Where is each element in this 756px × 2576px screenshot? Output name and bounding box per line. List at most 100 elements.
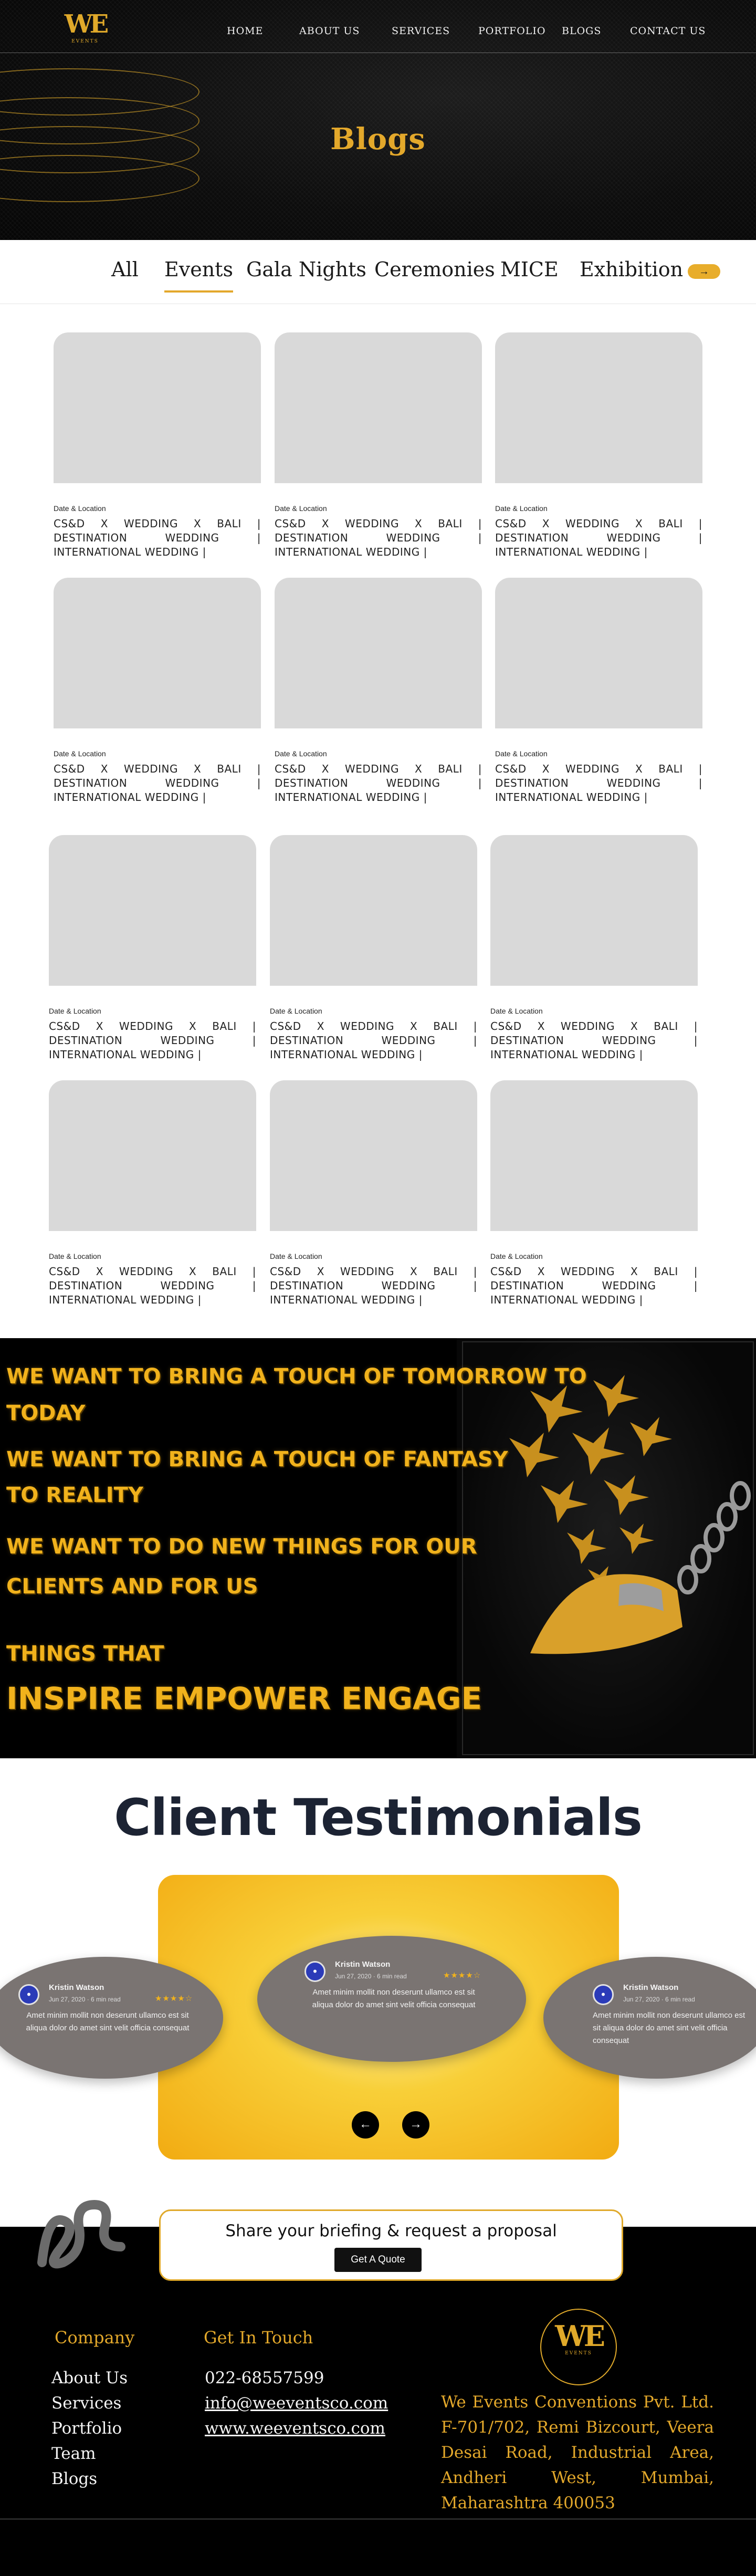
banner-line-6: CLIENTS AND FOR US	[6, 1574, 258, 1599]
blog-card-image	[270, 1080, 477, 1231]
avatar: •	[18, 1984, 39, 2005]
blog-card-meta: Date & Location	[270, 1007, 322, 1015]
blog-card-title[interactable]: CS&D X WEDDING X BALI | DESTINATION WEDD…	[490, 1019, 698, 1062]
footer-link-team[interactable]: Team	[51, 2444, 96, 2463]
footer-link-portfolio[interactable]: Portfolio	[51, 2419, 122, 2438]
blog-card-image	[495, 332, 702, 483]
blog-card-title[interactable]: CS&D X WEDDING X BALI | DESTINATION WEDD…	[490, 1265, 698, 1307]
banner-line-2: TODAY	[6, 1401, 86, 1425]
testimonial-card[interactable]: • Kristin Watson Jun 27, 2020 · 6 min re…	[543, 1957, 756, 2079]
blog-card[interactable]: Date & Location CS&D X WEDDING X BALI | …	[54, 578, 261, 805]
blog-card-title[interactable]: CS&D X WEDDING X BALI | DESTINATION WEDD…	[49, 1019, 256, 1062]
blog-card-meta: Date & Location	[54, 504, 106, 513]
footer-email-link[interactable]: info@weeventsco.com	[205, 2394, 388, 2413]
blog-card-image	[54, 332, 261, 483]
avatar: •	[593, 1984, 614, 2005]
footer-website-link[interactable]: www.weeventsco.com	[205, 2419, 385, 2438]
tab-exhibition[interactable]: Exhibition	[580, 258, 683, 281]
footer-link-about-us[interactable]: About Us	[51, 2369, 128, 2387]
get-a-quote-button[interactable]: Get A Quote	[334, 2248, 422, 2272]
footer-link-services[interactable]: Services	[51, 2394, 121, 2413]
main-nav: HOME ABOUT US SERVICES PORTFOLIO BLOGS C…	[0, 25, 756, 38]
tab-gala-nights[interactable]: Gala Nights	[246, 258, 366, 281]
rating-stars-icon: ★★★★☆	[443, 1971, 481, 1980]
banner-line-8: INSPIRE EMPOWER ENGAGE	[6, 1681, 482, 1716]
tab-mice[interactable]: MICE	[500, 258, 559, 281]
nav-contact-us[interactable]: CONTACT US	[630, 25, 706, 37]
vision-banner: WE WANT TO BRING A TOUCH OF TOMORROW TO …	[0, 1338, 756, 1758]
blog-card-title[interactable]: CS&D X WEDDING X BALI | DESTINATION WEDD…	[54, 517, 261, 559]
blog-card-title[interactable]: CS&D X WEDDING X BALI | DESTINATION WEDD…	[270, 1019, 477, 1062]
blog-card[interactable]: Date & Location CS&D X WEDDING X BALI | …	[275, 578, 482, 805]
blog-card-title[interactable]: CS&D X WEDDING X BALI | DESTINATION WEDD…	[54, 762, 261, 805]
blog-card-image	[54, 578, 261, 728]
blog-card-title[interactable]: CS&D X WEDDING X BALI | DESTINATION WEDD…	[49, 1265, 256, 1307]
blog-card[interactable]: Date & Location CS&D X WEDDING X BALI | …	[495, 578, 702, 805]
blog-card-image	[49, 835, 256, 986]
page: WE EVENTS HOME ABOUT US SERVICES PORTFOL…	[0, 0, 756, 2576]
blog-card-meta: Date & Location	[490, 1252, 543, 1260]
footer-phone[interactable]: 022-68557599	[205, 2369, 324, 2387]
blog-card-meta: Date & Location	[49, 1007, 101, 1015]
page-title: Blogs	[330, 122, 426, 157]
testimonial-date: Jun 27, 2020 · 6 min read	[335, 1973, 407, 1980]
footer-logo[interactable]: WE EVENTS	[540, 2309, 617, 2385]
blog-card-title[interactable]: CS&D X WEDDING X BALI | DESTINATION WEDD…	[495, 517, 702, 559]
blog-card[interactable]: Date & Location CS&D X WEDDING X BALI | …	[490, 1080, 698, 1307]
footer-contact-heading: Get In Touch	[204, 2328, 313, 2348]
tab-all[interactable]: All	[111, 258, 139, 281]
blog-card-image	[490, 835, 698, 986]
blog-card-title[interactable]: CS&D X WEDDING X BALI | DESTINATION WEDD…	[495, 762, 702, 805]
tab-ceremonies[interactable]: Ceremonies	[374, 258, 495, 281]
nav-home[interactable]: HOME	[227, 25, 263, 37]
next-arrow-icon[interactable]: →	[402, 2111, 429, 2139]
blog-card[interactable]: Date & Location CS&D X WEDDING X BALI | …	[270, 1080, 477, 1307]
testimonial-name: Kristin Watson	[623, 1983, 679, 1992]
blog-card-title[interactable]: CS&D X WEDDING X BALI | DESTINATION WEDD…	[270, 1265, 477, 1307]
blog-card-image	[275, 578, 482, 728]
testimonial-date: Jun 27, 2020 · 6 min read	[623, 1996, 695, 2003]
logo-subtitle: EVENTS	[71, 39, 99, 44]
blog-card[interactable]: Date & Location CS&D X WEDDING X BALI | …	[270, 835, 477, 1062]
testimonial-card[interactable]: • Kristin Watson Jun 27, 2020 · 6 min re…	[257, 1936, 526, 2062]
nav-services[interactable]: SERVICES	[392, 25, 450, 37]
blog-card[interactable]: Date & Location CS&D X WEDDING X BALI | …	[490, 835, 698, 1062]
blog-card-image	[275, 332, 482, 483]
nav-blogs[interactable]: BLOGS	[562, 25, 601, 37]
banner-line-7: THINGS THAT	[6, 1642, 164, 1666]
testimonial-text: Amet minim mollit non deserunt ullamco e…	[312, 1988, 476, 2009]
blog-card[interactable]: Date & Location CS&D X WEDDING X BALI | …	[49, 835, 256, 1062]
blog-card-meta: Date & Location	[495, 504, 548, 513]
category-tabs: All Events Gala Nights Ceremonies MICE E…	[0, 240, 756, 304]
blog-card-title[interactable]: CS&D X WEDDING X BALI | DESTINATION WEDD…	[275, 762, 482, 805]
blog-card[interactable]: Date & Location CS&D X WEDDING X BALI | …	[495, 332, 702, 559]
banner-line-5: WE WANT TO DO NEW THINGS FOR OUR	[6, 1535, 477, 1559]
decor-coil	[37, 2199, 125, 2269]
footer-company-heading: Company	[55, 2328, 135, 2348]
blog-card-meta: Date & Location	[49, 1252, 101, 1260]
banner-line-4: TO REALITY	[6, 1483, 143, 1507]
blog-card[interactable]: Date & Location CS&D X WEDDING X BALI | …	[275, 332, 482, 559]
blog-card-image	[490, 1080, 698, 1231]
tabs-next-arrow-icon[interactable]: →	[688, 264, 720, 279]
footer-link-blogs[interactable]: Blogs	[51, 2469, 97, 2488]
blog-card-image	[49, 1080, 256, 1231]
proposal-text: Share your briefing & request a proposal	[225, 2222, 557, 2240]
freedom-illustration	[509, 1375, 751, 1654]
blog-card-image	[270, 835, 477, 986]
blog-card-meta: Date & Location	[275, 504, 327, 513]
nav-portfolio[interactable]: PORTFOLIO	[478, 25, 545, 37]
blog-card[interactable]: Date & Location CS&D X WEDDING X BALI | …	[49, 1080, 256, 1307]
prev-arrow-icon[interactable]: ←	[352, 2111, 379, 2139]
blog-card-meta: Date & Location	[490, 1007, 543, 1015]
testimonials-title: Client Testimonials	[114, 1788, 643, 1847]
rating-stars-icon: ★★★★☆	[155, 1994, 193, 2003]
proposal-box: Share your briefing & request a proposal…	[159, 2209, 623, 2281]
blog-card[interactable]: Date & Location CS&D X WEDDING X BALI | …	[54, 332, 261, 559]
blog-card-title[interactable]: CS&D X WEDDING X BALI | DESTINATION WEDD…	[275, 517, 482, 559]
tab-events[interactable]: Events	[164, 258, 233, 293]
blog-card-meta: Date & Location	[270, 1252, 322, 1260]
nav-about-us[interactable]: ABOUT US	[299, 25, 360, 37]
testimonial-name: Kristin Watson	[335, 1960, 391, 1969]
banner-line-3: WE WANT TO BRING A TOUCH OF FANTASY	[6, 1447, 508, 1472]
